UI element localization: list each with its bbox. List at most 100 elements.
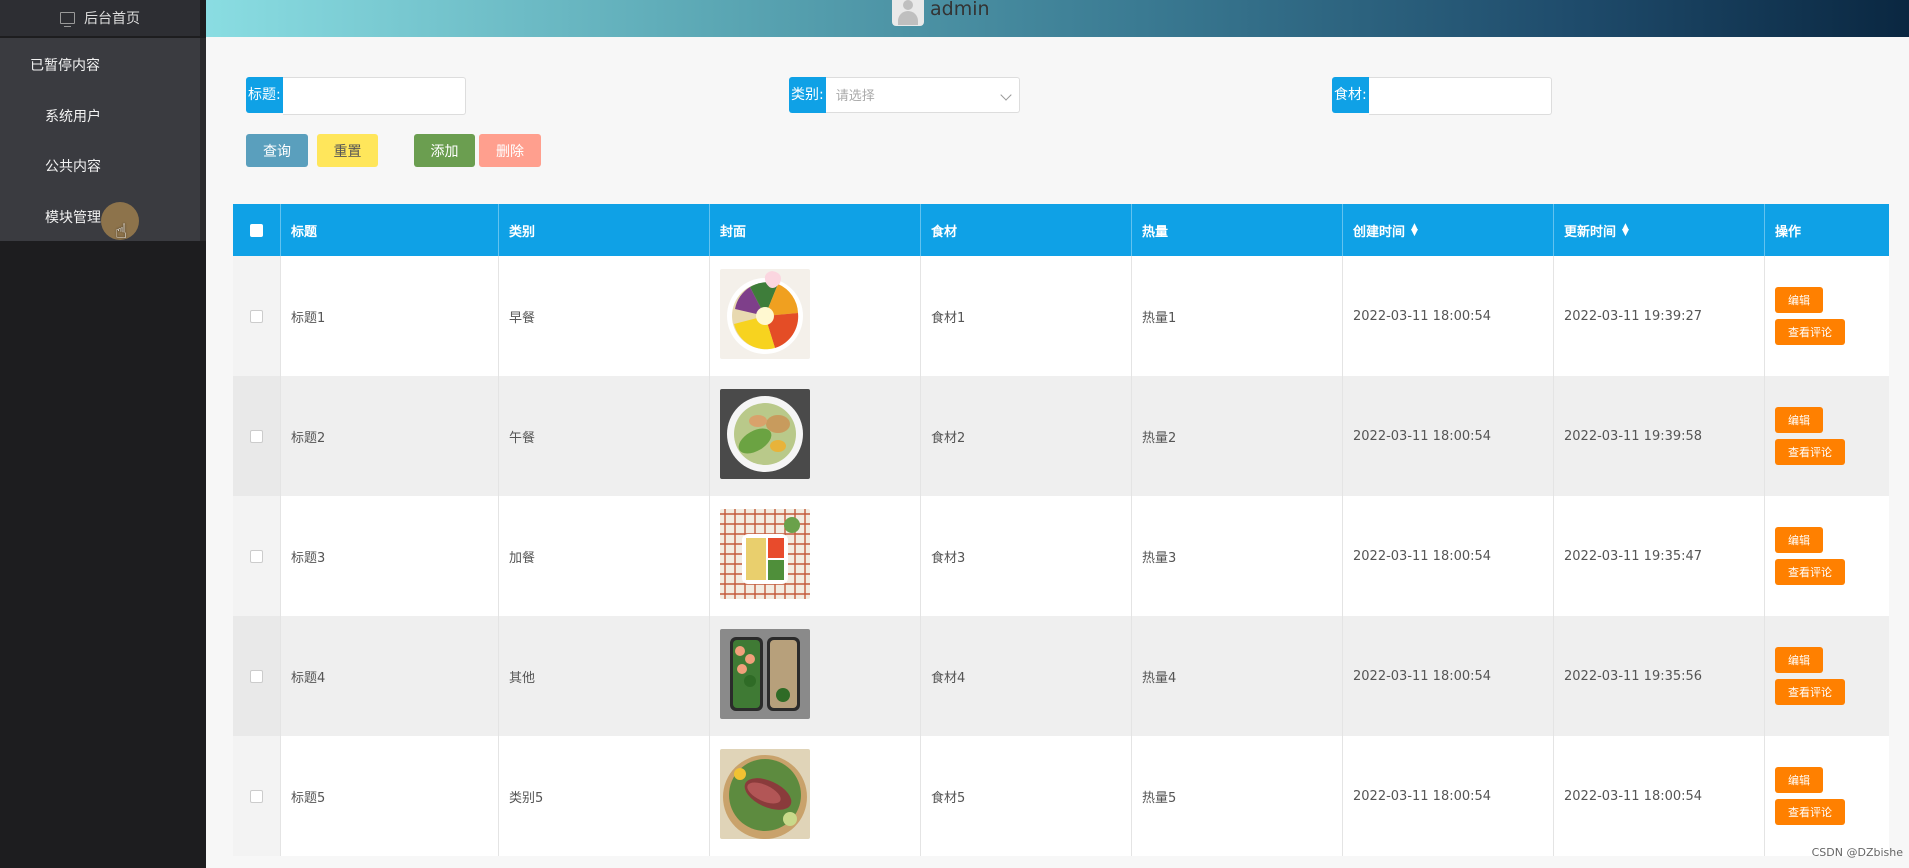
cell-category: 类别5 xyxy=(499,736,710,856)
sidebar-item-public-content[interactable]: 公共内容 xyxy=(45,156,101,176)
view-comments-button[interactable]: 查看评论 xyxy=(1775,439,1845,465)
hand-cursor-icon: ☝ xyxy=(115,219,128,243)
title-label: 标题: xyxy=(246,77,283,113)
cell-category: 午餐 xyxy=(499,376,710,496)
title-search-field: 标题: xyxy=(246,77,466,115)
watermark: CSDN @DZbishe xyxy=(1811,846,1903,859)
row-checkbox-cell xyxy=(233,496,281,616)
reset-button[interactable]: 重置 xyxy=(317,134,378,167)
header-cover: 封面 xyxy=(710,204,921,256)
cover-image[interactable] xyxy=(720,509,810,603)
cell-cover xyxy=(710,256,921,376)
cell-ingredient: 食材3 xyxy=(921,496,1132,616)
cell-actions: 编辑 查看评论 xyxy=(1765,496,1889,616)
cell-ingredient: 食材4 xyxy=(921,616,1132,736)
cell-calories: 热量1 xyxy=(1132,256,1343,376)
row-checkbox[interactable] xyxy=(250,789,263,803)
header-updated[interactable]: 更新时间 ▲ ▼ xyxy=(1554,204,1765,256)
cell-title: 标题3 xyxy=(281,496,499,616)
table-header: 标题 类别 封面 食材 热量 创建时间 ▲ ▼ 更新时间 ▲ ▼ 操作 xyxy=(233,204,1889,256)
cell-ingredient: 食材5 xyxy=(921,736,1132,856)
select-all-checkbox[interactable] xyxy=(250,223,263,237)
select-all-cell xyxy=(233,204,281,256)
cell-updated: 2022-03-11 19:35:47 xyxy=(1554,496,1765,616)
header-title: 标题 xyxy=(281,204,499,256)
table-row: 标题5 类别5 食材5 热量5 2022-03-11 18:00:54 2022-03-1… xyxy=(233,736,1889,856)
view-comments-button[interactable]: 查看评论 xyxy=(1775,319,1845,345)
table-row: 标题2 午餐 食材2 热量2 2022-03-11 18:00:54 2022-03-11… xyxy=(233,376,1889,496)
cell-created: 2022-03-11 18:00:54 xyxy=(1343,736,1554,856)
cell-category: 早餐 xyxy=(499,256,710,376)
cell-title: 标题2 xyxy=(281,376,499,496)
cell-actions: 编辑 查看评论 xyxy=(1765,616,1889,736)
ingredient-input[interactable] xyxy=(1368,77,1552,115)
sidebar-item-module-management[interactable]: 模块管理 xyxy=(45,207,101,227)
cell-created: 2022-03-11 18:00:54 xyxy=(1343,496,1554,616)
cell-created: 2022-03-11 18:00:54 xyxy=(1343,616,1554,736)
user-avatar[interactable] xyxy=(892,0,924,26)
cell-cover xyxy=(710,496,921,616)
header-calories: 热量 xyxy=(1132,204,1343,256)
edit-button[interactable]: 编辑 xyxy=(1775,287,1823,313)
cover-image[interactable] xyxy=(720,749,810,843)
cell-calories: 热量2 xyxy=(1132,376,1343,496)
view-comments-button[interactable]: 查看评论 xyxy=(1775,799,1845,825)
category-label: 类别: xyxy=(789,77,826,113)
cell-ingredient: 食材2 xyxy=(921,376,1132,496)
sort-icon[interactable]: ▲ ▼ xyxy=(1622,223,1629,238)
ingredient-label: 食材: xyxy=(1332,77,1369,113)
sidebar-group-title[interactable]: 已暂停内容 xyxy=(30,55,100,75)
cell-calories: 热量3 xyxy=(1132,496,1343,616)
edit-button[interactable]: 编辑 xyxy=(1775,767,1823,793)
sidebar-home-link[interactable]: 后台首页 xyxy=(0,0,200,36)
sort-icon[interactable]: ▲ ▼ xyxy=(1411,223,1418,238)
cell-created: 2022-03-11 18:00:54 xyxy=(1343,256,1554,376)
cell-updated: 2022-03-11 18:00:54 xyxy=(1554,736,1765,856)
edit-button[interactable]: 编辑 xyxy=(1775,407,1823,433)
row-checkbox[interactable] xyxy=(250,429,263,443)
query-button[interactable]: 查询 xyxy=(246,134,308,167)
cell-cover xyxy=(710,736,921,856)
delete-button[interactable]: 删除 xyxy=(479,134,541,167)
view-comments-button[interactable]: 查看评论 xyxy=(1775,679,1845,705)
row-checkbox[interactable] xyxy=(250,309,263,323)
sidebar-menu-group: 已暂停内容 系统用户 公共内容 模块管理 xyxy=(0,38,200,241)
category-search-field: 类别: 请选择 xyxy=(789,77,1020,114)
category-select[interactable]: 请选择 xyxy=(825,77,1020,113)
cell-title: 标题1 xyxy=(281,256,499,376)
row-checkbox-cell xyxy=(233,376,281,496)
row-checkbox[interactable] xyxy=(250,549,263,563)
row-checkbox-cell xyxy=(233,256,281,376)
view-comments-button[interactable]: 查看评论 xyxy=(1775,559,1845,585)
data-table: 标题 类别 封面 食材 热量 创建时间 ▲ ▼ 更新时间 ▲ ▼ 操作 标题1 早餐 食材1… xyxy=(233,204,1889,856)
cell-actions: 编辑 查看评论 xyxy=(1765,736,1889,856)
row-checkbox[interactable] xyxy=(250,669,263,683)
header-created[interactable]: 创建时间 ▲ ▼ xyxy=(1343,204,1554,256)
title-input[interactable] xyxy=(282,77,466,115)
sidebar-scrollbar[interactable] xyxy=(200,38,206,241)
table-body: 标题1 早餐 食材1 热量1 2022-03-11 18:00:54 2022-03-11… xyxy=(233,256,1889,856)
cell-cover xyxy=(710,376,921,496)
cell-category: 加餐 xyxy=(499,496,710,616)
row-checkbox-cell xyxy=(233,616,281,736)
cell-actions: 编辑 查看评论 xyxy=(1765,256,1889,376)
cell-updated: 2022-03-11 19:39:58 xyxy=(1554,376,1765,496)
cell-title: 标题5 xyxy=(281,736,499,856)
table-row: 标题4 其他 食材4 热量4 2022-03-11 18:00:54 2022-03-11… xyxy=(233,616,1889,736)
username[interactable]: admin xyxy=(930,0,990,20)
header-ingredient: 食材 xyxy=(921,204,1132,256)
header-created-label: 创建时间 xyxy=(1353,224,1406,240)
edit-button[interactable]: 编辑 xyxy=(1775,527,1823,553)
cell-ingredient: 食材1 xyxy=(921,256,1132,376)
cover-image[interactable] xyxy=(720,389,810,483)
ingredient-search-field: 食材: xyxy=(1332,77,1552,115)
cell-updated: 2022-03-11 19:35:56 xyxy=(1554,616,1765,736)
cell-actions: 编辑 查看评论 xyxy=(1765,376,1889,496)
header-actions: 操作 xyxy=(1775,224,1802,240)
row-checkbox-cell xyxy=(233,736,281,856)
cover-image[interactable] xyxy=(720,269,810,363)
cover-image[interactable] xyxy=(720,629,810,723)
sidebar-item-system-users[interactable]: 系统用户 xyxy=(45,106,101,126)
add-button[interactable]: 添加 xyxy=(414,134,475,167)
edit-button[interactable]: 编辑 xyxy=(1775,647,1823,673)
